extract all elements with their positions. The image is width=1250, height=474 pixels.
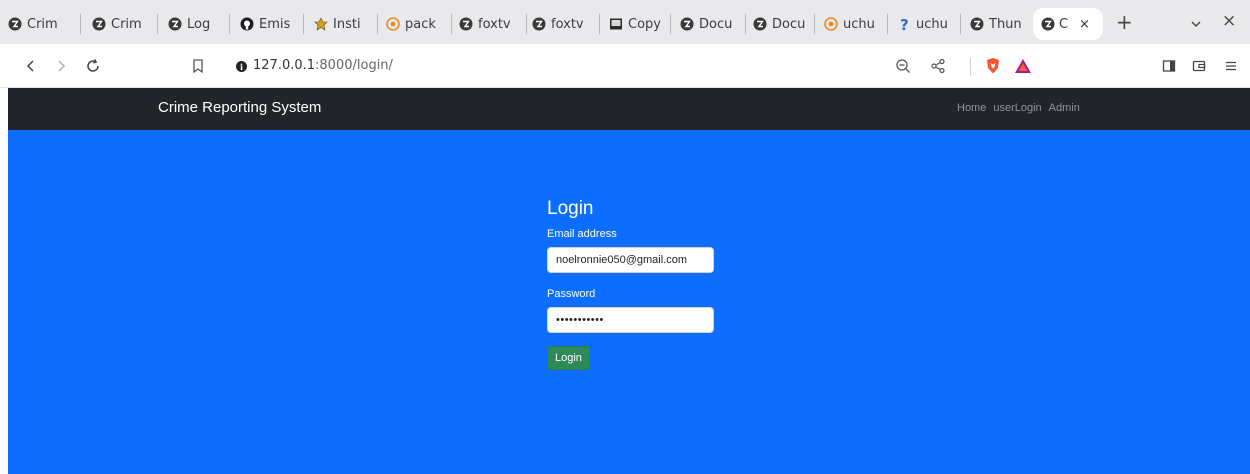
crest-icon	[314, 17, 328, 31]
share-icon[interactable]	[929, 57, 947, 75]
address-bar[interactable]: 127.0.0.1:8000/login/	[253, 57, 393, 75]
tab-separator	[960, 14, 961, 34]
browser-tab-10[interactable]: Docu	[680, 14, 742, 34]
browser-tab-13[interactable]: ? uchu	[897, 14, 957, 34]
tab-title: Docu	[699, 16, 733, 32]
browser-tab-5[interactable]: Insti	[314, 14, 374, 34]
site-navbar: Crime Reporting System Home userLogin Ad…	[8, 88, 1250, 130]
window-close-button[interactable]: ×	[1222, 13, 1236, 30]
email-input[interactable]	[547, 247, 714, 273]
tab-title: pack	[405, 16, 436, 32]
nav-link-home[interactable]: Home	[957, 102, 986, 114]
github-icon	[240, 17, 254, 31]
tab-title: foxtv	[478, 16, 511, 32]
browser-tab-strip: Crim Crim Log Emis Insti pack foxtv foxt…	[0, 0, 1250, 44]
browser-tab-8[interactable]: foxtv	[532, 14, 596, 34]
new-tab-button[interactable]: +	[1116, 12, 1133, 32]
globe-icon	[532, 17, 546, 31]
tab-separator	[157, 14, 158, 34]
globe-icon	[970, 17, 984, 31]
browser-tab-1[interactable]: Crim	[8, 14, 76, 34]
tab-title: uchu	[843, 16, 875, 32]
tab-title: Emis	[259, 16, 291, 32]
password-label: Password	[547, 288, 596, 300]
browser-tab-4[interactable]: Emis	[240, 14, 300, 34]
tab-separator	[229, 14, 230, 34]
tab-separator	[887, 14, 888, 34]
orange-circle-icon	[386, 17, 400, 31]
browser-tab-11[interactable]: Docu	[753, 14, 811, 34]
browser-tab-active[interactable]: C ×	[1033, 8, 1103, 40]
globe-icon	[753, 17, 767, 31]
forward-arrow-icon[interactable]	[52, 57, 70, 75]
password-input[interactable]	[547, 307, 714, 333]
tab-title: Thun	[989, 16, 1022, 32]
tab-title: Docu	[772, 16, 806, 32]
question-icon: ?	[897, 17, 911, 31]
url-path: :8000/login/	[315, 58, 393, 73]
browser-tab-14[interactable]: Thun	[970, 14, 1026, 34]
tab-separator	[599, 14, 600, 34]
tab-title: Crim	[111, 16, 142, 32]
svg-text:?: ?	[900, 17, 909, 31]
globe-icon	[8, 17, 22, 31]
menu-hamburger-icon[interactable]	[1222, 57, 1240, 75]
site-info-icon[interactable]: i	[236, 61, 247, 72]
sidebar-toggle-icon[interactable]	[1160, 57, 1178, 75]
globe-icon	[680, 17, 694, 31]
tab-title: C	[1059, 16, 1069, 32]
tab-title: Log	[187, 16, 211, 32]
reload-icon[interactable]	[84, 57, 102, 75]
browser-tab-7[interactable]: foxtv	[459, 14, 523, 34]
zoom-out-icon[interactable]	[894, 57, 912, 75]
login-form: Login Email address Password Login	[547, 198, 727, 370]
brave-rewards-icon[interactable]	[1014, 57, 1032, 75]
navbar-links: Home userLogin Admin	[957, 102, 1080, 114]
browser-tab-3[interactable]: Log	[168, 14, 226, 34]
tab-title: Crim	[27, 16, 58, 32]
tab-title: Copy	[628, 16, 661, 32]
tab-title: Insti	[333, 16, 361, 32]
tab-list-chevron-icon[interactable]	[1190, 15, 1202, 34]
navbar-brand[interactable]: Crime Reporting System	[158, 99, 321, 116]
url-host: 127.0.0.1	[253, 58, 316, 73]
brave-shield-icon[interactable]	[984, 57, 1002, 75]
nav-link-user-login[interactable]: userLogin	[993, 102, 1041, 114]
nav-link-admin[interactable]: Admin	[1049, 102, 1080, 114]
email-label: Email address	[547, 228, 617, 240]
login-page-body: Login Email address Password Login	[8, 130, 1250, 474]
bookmark-icon[interactable]	[189, 57, 207, 75]
login-button[interactable]: Login	[547, 346, 590, 370]
tab-separator	[303, 14, 304, 34]
orange-circle-icon	[824, 17, 838, 31]
browser-tab-6[interactable]: pack	[386, 14, 448, 34]
back-arrow-icon[interactable]	[22, 57, 40, 75]
browser-tab-9[interactable]: Copy	[609, 14, 667, 34]
tab-title: uchu	[916, 16, 948, 32]
tab-title: foxtv	[551, 16, 584, 32]
close-tab-icon[interactable]: ×	[1079, 17, 1090, 32]
globe-icon	[1041, 17, 1055, 31]
login-title: Login	[547, 198, 594, 219]
browser-tab-2[interactable]: Crim	[92, 14, 154, 34]
image-icon	[609, 17, 623, 31]
toolbar-divider	[970, 58, 971, 76]
tab-separator	[526, 14, 527, 34]
globe-icon	[168, 17, 182, 31]
tab-separator	[377, 14, 378, 34]
globe-icon	[92, 17, 106, 31]
tab-separator	[814, 14, 815, 34]
tab-separator	[451, 14, 452, 34]
browser-toolbar: i 127.0.0.1:8000/login/	[0, 44, 1250, 88]
globe-icon	[459, 17, 473, 31]
tab-separator	[80, 14, 81, 34]
wallet-icon[interactable]	[1190, 57, 1208, 75]
tab-separator	[670, 14, 671, 34]
browser-tab-12[interactable]: uchu	[824, 14, 884, 34]
tab-separator	[745, 14, 746, 34]
